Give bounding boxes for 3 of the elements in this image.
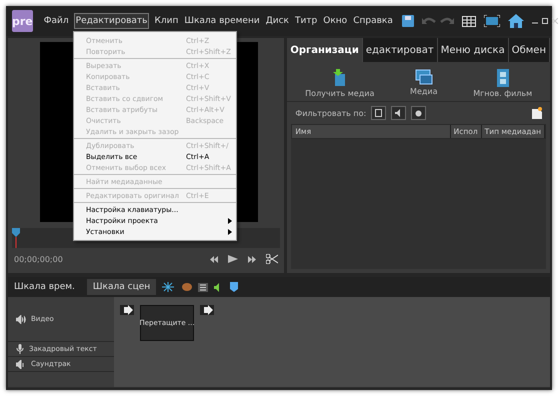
filter-label: Фильтровать по: — [295, 108, 366, 118]
timecode: 00;00;00;00 — [14, 254, 63, 264]
app-logo: pre — [12, 10, 33, 32]
